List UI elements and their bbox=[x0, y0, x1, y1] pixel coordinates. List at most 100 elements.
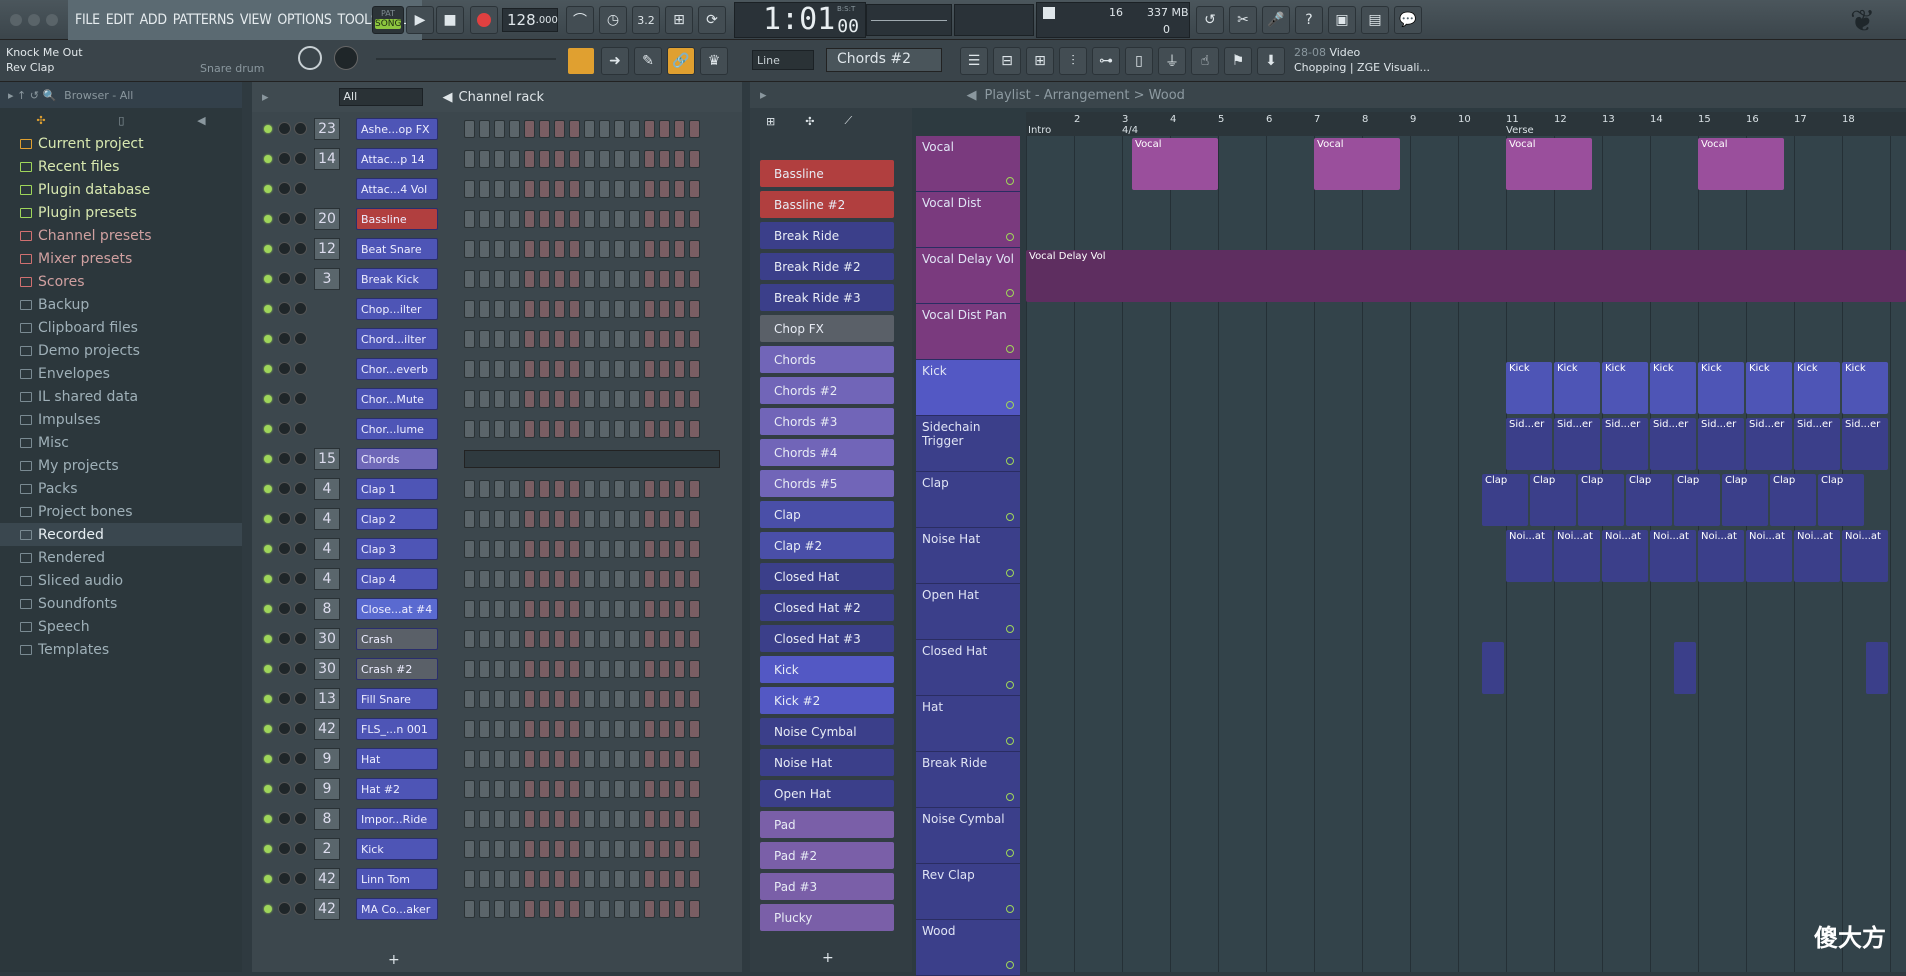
step-button[interactable] bbox=[644, 690, 655, 708]
mixer-track-number[interactable]: 23 bbox=[314, 118, 340, 140]
step-button[interactable] bbox=[584, 480, 595, 498]
channel-name-button[interactable]: Chor...everb bbox=[356, 358, 438, 380]
step-button[interactable] bbox=[629, 420, 640, 438]
channel-volume-knob[interactable] bbox=[278, 362, 291, 375]
step-button[interactable] bbox=[689, 780, 700, 798]
step-button[interactable] bbox=[689, 720, 700, 738]
step-button[interactable] bbox=[599, 840, 610, 858]
channel-mute-led[interactable] bbox=[264, 545, 272, 553]
channel-pan-knob[interactable] bbox=[294, 332, 307, 345]
track-header[interactable]: Clap bbox=[916, 472, 1020, 528]
step-button[interactable] bbox=[479, 120, 490, 138]
browser-item[interactable]: Backup bbox=[0, 293, 242, 316]
channel-volume-knob[interactable] bbox=[278, 722, 291, 735]
step-button[interactable] bbox=[479, 420, 490, 438]
step-button[interactable] bbox=[584, 240, 595, 258]
step-button[interactable] bbox=[659, 420, 670, 438]
channel-volume-knob[interactable] bbox=[278, 842, 291, 855]
step-button[interactable] bbox=[509, 240, 520, 258]
step-button[interactable] bbox=[629, 480, 640, 498]
channel-mute-led[interactable] bbox=[264, 305, 272, 313]
minimize-window-icon[interactable] bbox=[28, 14, 40, 26]
playlist-clip[interactable]: Clap bbox=[1626, 474, 1672, 526]
step-button[interactable] bbox=[644, 510, 655, 528]
channel-name-button[interactable]: Chor...Mute bbox=[356, 388, 438, 410]
step-button[interactable] bbox=[584, 120, 595, 138]
menu-edit[interactable]: EDIT bbox=[103, 12, 137, 28]
pattern-item[interactable]: Bassline bbox=[760, 160, 894, 187]
step-button[interactable] bbox=[584, 180, 595, 198]
step-button[interactable] bbox=[629, 840, 640, 858]
channel-pan-knob[interactable] bbox=[294, 392, 307, 405]
step-button[interactable] bbox=[539, 390, 550, 408]
step-button[interactable] bbox=[689, 360, 700, 378]
step-button[interactable] bbox=[494, 360, 505, 378]
step-button[interactable] bbox=[569, 840, 580, 858]
channel-mute-led[interactable] bbox=[264, 395, 272, 403]
step-button[interactable] bbox=[659, 840, 670, 858]
track-enable-icon[interactable] bbox=[1006, 401, 1014, 409]
playlist-clip[interactable] bbox=[1866, 642, 1888, 694]
step-button[interactable] bbox=[509, 630, 520, 648]
browser-item[interactable]: Clipboard files bbox=[0, 316, 242, 339]
step-button[interactable] bbox=[539, 510, 550, 528]
browser-speaker-tab-icon[interactable]: ◀ bbox=[197, 114, 205, 127]
step-button[interactable] bbox=[524, 780, 535, 798]
step-button[interactable] bbox=[614, 750, 625, 768]
step-button[interactable] bbox=[479, 810, 490, 828]
step-button[interactable] bbox=[539, 330, 550, 348]
playlist-clip[interactable]: Sid...er bbox=[1602, 418, 1648, 470]
step-button[interactable] bbox=[509, 150, 520, 168]
step-button[interactable] bbox=[644, 420, 655, 438]
pattern-item[interactable]: Chords #2 bbox=[760, 377, 894, 404]
step-button[interactable] bbox=[659, 390, 670, 408]
step-button[interactable] bbox=[644, 660, 655, 678]
step-button[interactable] bbox=[479, 180, 490, 198]
step-button[interactable] bbox=[674, 300, 685, 318]
step-button[interactable] bbox=[629, 510, 640, 528]
browser-item[interactable]: Envelopes bbox=[0, 362, 242, 385]
step-button[interactable] bbox=[584, 690, 595, 708]
step-button[interactable] bbox=[479, 570, 490, 588]
step-button[interactable] bbox=[539, 720, 550, 738]
channel-volume-knob[interactable] bbox=[278, 512, 291, 525]
mixer-track-number[interactable]: 12 bbox=[314, 238, 340, 260]
channel-pan-knob[interactable] bbox=[294, 692, 307, 705]
step-button[interactable] bbox=[614, 360, 625, 378]
step-button[interactable] bbox=[674, 870, 685, 888]
step-button[interactable] bbox=[509, 480, 520, 498]
step-button[interactable] bbox=[659, 870, 670, 888]
step-button[interactable] bbox=[584, 600, 595, 618]
step-button[interactable] bbox=[479, 240, 490, 258]
step-button[interactable] bbox=[599, 870, 610, 888]
channel-mute-led[interactable] bbox=[264, 815, 272, 823]
step-button[interactable] bbox=[494, 840, 505, 858]
step-button[interactable] bbox=[629, 600, 640, 618]
step-button[interactable] bbox=[659, 240, 670, 258]
step-button[interactable] bbox=[584, 210, 595, 228]
browser-files-tab-icon[interactable]: ▯ bbox=[118, 114, 124, 127]
step-button[interactable] bbox=[554, 900, 565, 918]
track-enable-icon[interactable] bbox=[1006, 457, 1014, 465]
channel-name-button[interactable]: Ashe...op FX bbox=[356, 118, 438, 140]
step-button[interactable] bbox=[524, 300, 535, 318]
browser-item[interactable]: Recent files bbox=[0, 155, 242, 178]
tempo-tapper-button[interactable]: ⚑ bbox=[1224, 47, 1252, 75]
step-button[interactable] bbox=[554, 570, 565, 588]
download-button[interactable]: ⬇ bbox=[1257, 47, 1285, 75]
channel-pan-knob[interactable] bbox=[294, 722, 307, 735]
step-button[interactable] bbox=[644, 720, 655, 738]
browser-item[interactable]: Plugin presets bbox=[0, 201, 242, 224]
step-button[interactable] bbox=[584, 300, 595, 318]
wait-input-button[interactable]: ◷ bbox=[599, 6, 627, 34]
step-button[interactable] bbox=[629, 900, 640, 918]
step-button[interactable] bbox=[614, 540, 625, 558]
step-button[interactable] bbox=[584, 720, 595, 738]
step-button[interactable] bbox=[629, 180, 640, 198]
step-button[interactable] bbox=[464, 690, 475, 708]
channel-name-button[interactable]: Attac...p 14 bbox=[356, 148, 438, 170]
step-button[interactable] bbox=[509, 690, 520, 708]
browser-item[interactable]: Project bones bbox=[0, 500, 242, 523]
step-button[interactable] bbox=[479, 210, 490, 228]
step-button[interactable] bbox=[614, 210, 625, 228]
